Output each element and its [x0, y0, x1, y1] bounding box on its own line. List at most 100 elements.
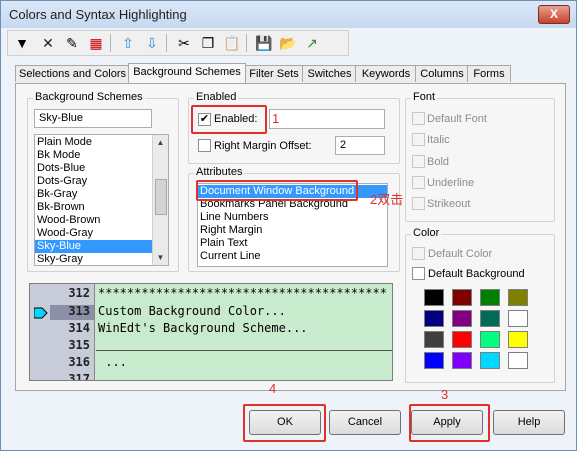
code-line: ...: [98, 355, 127, 369]
tab-background-schemes[interactable]: Background Schemes: [128, 63, 246, 83]
enabled-group-title: Enabled: [194, 91, 239, 103]
color-swatch[interactable]: [452, 289, 472, 306]
attribute-list-item[interactable]: Current Line: [198, 250, 387, 263]
schemes-scrollbar[interactable]: ▲ ▼: [152, 135, 168, 265]
color-swatch[interactable]: [508, 331, 528, 348]
open-folder-icon[interactable]: 📂: [278, 33, 298, 53]
scroll-thumb[interactable]: [155, 179, 167, 215]
line-number: 312: [68, 286, 90, 300]
color-swatch[interactable]: [424, 352, 444, 369]
strikeout-label: Strikeout: [427, 198, 471, 210]
attribute-list-item[interactable]: Plain Text: [198, 237, 387, 250]
attribute-list-item[interactable]: Line Numbers: [198, 211, 387, 224]
scheme-name-field[interactable]: Sky-Blue: [34, 109, 152, 128]
color-swatch[interactable]: [452, 310, 472, 327]
dropdown-arrow-icon[interactable]: ▼: [12, 33, 32, 53]
annotation-box-apply: [409, 404, 490, 442]
close-button[interactable]: X: [538, 5, 570, 24]
scheme-list-item[interactable]: Dots-Gray: [35, 175, 168, 188]
title-bar: Colors and Syntax Highlighting X: [1, 1, 576, 28]
cancel-button[interactable]: Cancel: [329, 410, 401, 435]
italic-checkbox[interactable]: [412, 133, 425, 146]
scheme-list-item[interactable]: Bk Mode: [35, 149, 168, 162]
underline-checkbox[interactable]: [412, 176, 425, 189]
color-swatch[interactable]: [424, 289, 444, 306]
dialog-window: Colors and Syntax Highlighting X ▼ ✕ ✎ ▦…: [0, 0, 577, 451]
scheme-list-item[interactable]: Sky-Blue: [35, 240, 168, 253]
code-line: Custom Background Color...: [98, 304, 286, 318]
line-number: 316: [68, 355, 90, 369]
color-swatch[interactable]: [480, 289, 500, 306]
tab-filter-sets[interactable]: Filter Sets: [244, 65, 304, 82]
annotation-number-3: 3: [441, 387, 449, 402]
annotation-number-4: 4: [269, 381, 277, 396]
default-color-checkbox[interactable]: [412, 247, 425, 260]
copy-icon[interactable]: ❐: [198, 33, 218, 53]
tab-switches[interactable]: Switches: [302, 65, 357, 82]
attributes-group-title: Attributes: [194, 166, 245, 178]
palette-icon[interactable]: ▦: [86, 33, 106, 53]
delete-icon[interactable]: ✕: [38, 33, 58, 53]
bold-checkbox[interactable]: [412, 155, 425, 168]
font-group-title: Font: [411, 91, 438, 103]
scroll-up-icon[interactable]: ▲: [153, 135, 168, 150]
attribute-list-item[interactable]: Right Margin: [198, 224, 387, 237]
scheme-list-item[interactable]: Plain Mode: [35, 136, 168, 149]
bold-label: Bold: [427, 156, 450, 168]
line-number: 313: [68, 304, 90, 318]
color-swatch[interactable]: [508, 352, 528, 369]
brush-icon[interactable]: ✎: [62, 33, 82, 53]
default-font-checkbox[interactable]: [412, 112, 425, 125]
paste-icon[interactable]: 📋: [222, 33, 242, 53]
underline-label: Underline: [427, 177, 475, 189]
scheme-list-item[interactable]: Wood-Gray: [35, 227, 168, 240]
tab-keywords[interactable]: Keywords: [355, 65, 417, 82]
scheme-list-item[interactable]: Sky-Gray: [35, 253, 168, 265]
color-swatch[interactable]: [480, 352, 500, 369]
enabled-value-field[interactable]: [269, 109, 385, 129]
tab-forms[interactable]: Forms: [467, 65, 511, 82]
help-button[interactable]: Help: [493, 410, 565, 435]
color-swatch[interactable]: [452, 352, 472, 369]
scheme-list-item[interactable]: Bk-Brown: [35, 201, 168, 214]
scroll-down-icon[interactable]: ▼: [153, 250, 168, 265]
color-swatch[interactable]: [508, 310, 528, 327]
color-swatch[interactable]: [424, 310, 444, 327]
preview-pane: 312 *************************************…: [29, 283, 393, 381]
color-swatch[interactable]: [424, 331, 444, 348]
cut-icon[interactable]: ✂: [174, 33, 194, 53]
schemes-list[interactable]: Plain Mode Bk Mode Dots-Blue Dots-Gray Bk-Gr…: [34, 134, 169, 266]
default-font-label: Default Font: [427, 113, 487, 125]
right-margin-line: [96, 350, 392, 351]
code-line: ****************************************: [98, 286, 387, 300]
right-margin-label: Right Margin Offset:: [214, 140, 312, 152]
annotation-box-ok: [243, 404, 326, 442]
default-background-checkbox[interactable]: [412, 267, 425, 280]
scheme-list-item[interactable]: Bk-Gray: [35, 188, 168, 201]
toolbar: ▼ ✕ ✎ ▦ ⇧ ⇩ ✂ ❐ 📋 💾 📂 ↗: [7, 30, 349, 56]
strikeout-checkbox[interactable]: [412, 197, 425, 210]
tab-selections-and-colors[interactable]: Selections and Colors: [15, 65, 130, 82]
line-number: 314: [68, 321, 90, 335]
default-background-label: Default Background: [428, 268, 525, 280]
default-color-label: Default Color: [428, 248, 493, 260]
annotation-number-2: 2双击: [370, 192, 404, 207]
color-swatch[interactable]: [452, 331, 472, 348]
bookmark-arrow-icon: [34, 307, 48, 319]
move-down-icon[interactable]: ⇩: [142, 33, 162, 53]
color-swatch[interactable]: [480, 331, 500, 348]
move-up-icon[interactable]: ⇧: [118, 33, 138, 53]
right-margin-checkbox[interactable]: [198, 139, 211, 152]
scheme-list-item[interactable]: Wood-Brown: [35, 214, 168, 227]
schemes-group-title: Background Schemes: [33, 91, 145, 103]
scheme-list-item[interactable]: Dots-Blue: [35, 162, 168, 175]
line-number: 315: [68, 338, 90, 352]
right-margin-field[interactable]: 2: [335, 136, 385, 155]
code-line: WinEdt's Background Scheme...: [98, 321, 308, 335]
tab-columns[interactable]: Columns: [415, 65, 469, 82]
color-swatch[interactable]: [480, 310, 500, 327]
annotation-number-1: 1: [272, 111, 280, 126]
color-swatch[interactable]: [508, 289, 528, 306]
save-icon[interactable]: 💾: [254, 33, 274, 53]
export-icon[interactable]: ↗: [302, 33, 322, 53]
